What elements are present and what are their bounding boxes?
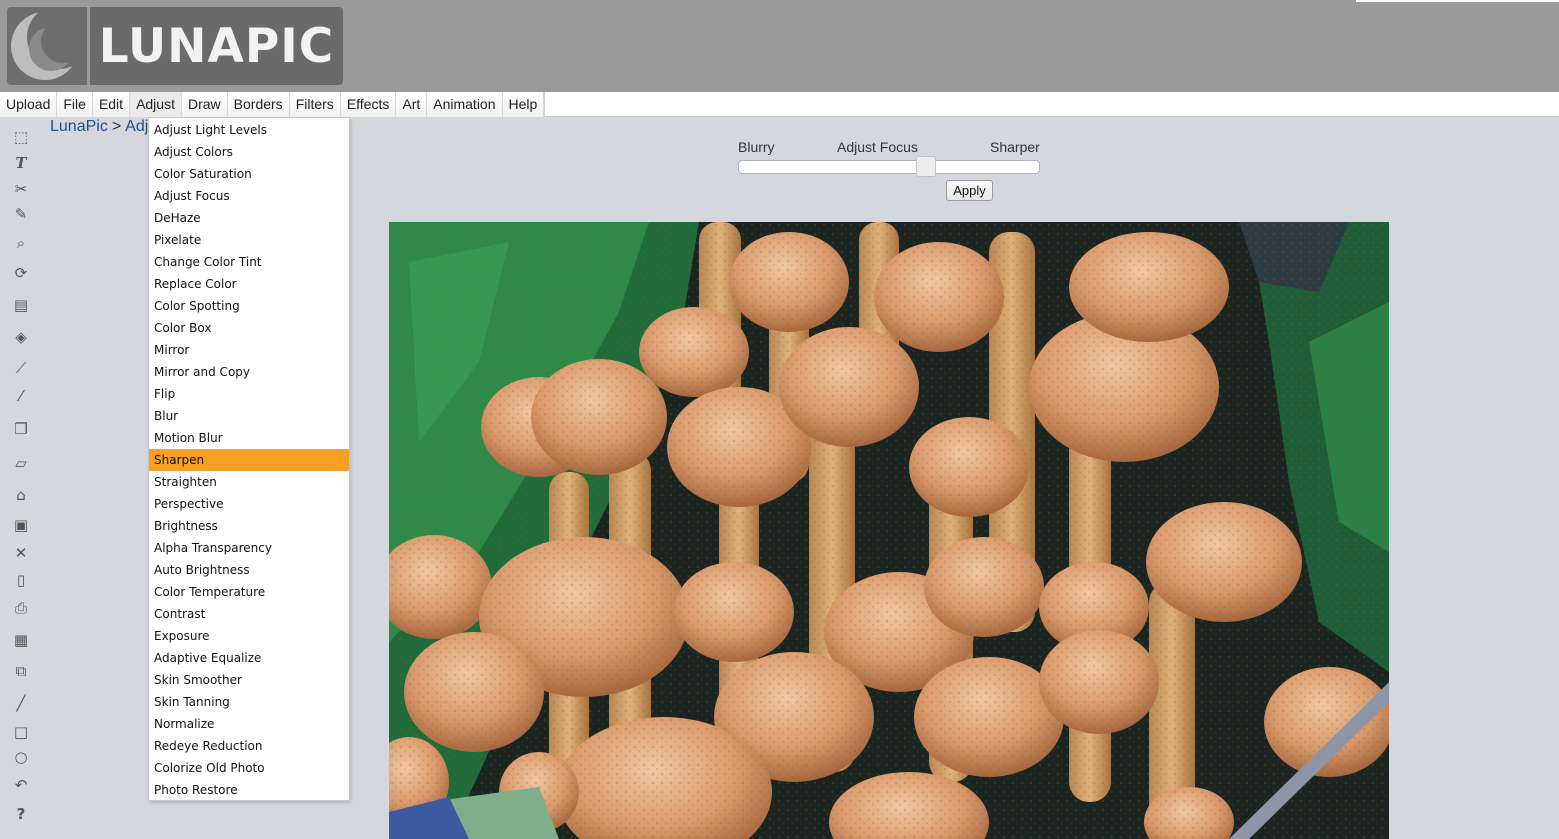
- marquee-select-icon[interactable]: ⬚: [11, 127, 31, 147]
- breadcrumb-home-link[interactable]: LunaPic: [50, 118, 108, 135]
- dropdown-item-normalize[interactable]: Normalize: [149, 713, 349, 735]
- breadcrumb: LunaPic > Adju: [50, 118, 157, 136]
- menubar: Upload File Edit Adjust Draw Borders Filters Ef…: [0, 92, 1559, 117]
- tool-palette: ⬚ T ✂ ✎ ⌕ ⟳ ▤ ◈ ⟋ ⁄ ❐ ▱ ⌂ ▣ ✕ ▯ ⎙ ▦ ⧉ ╱ □ ○ ↶?: [0, 120, 42, 839]
- canvas-icon[interactable]: ▤: [11, 295, 31, 315]
- dropdown-item-contrast[interactable]: Contrast: [149, 603, 349, 625]
- dropdown-item-color-spotting[interactable]: Color Spotting: [149, 295, 349, 317]
- menu-help[interactable]: Help: [503, 92, 545, 117]
- dropdown-item-photo-restore[interactable]: Photo Restore: [149, 779, 349, 801]
- scissors-icon[interactable]: ✂: [11, 179, 31, 199]
- line-icon[interactable]: ╱: [11, 693, 31, 713]
- dropdown-item-mirror-and-copy[interactable]: Mirror and Copy: [149, 361, 349, 383]
- menu-file[interactable]: File: [57, 92, 93, 117]
- menu-edit[interactable]: Edit: [93, 92, 131, 117]
- menu-art[interactable]: Art: [396, 92, 428, 117]
- dropdown-item-adjust-focus[interactable]: Adjust Focus: [149, 185, 349, 207]
- dropdown-item-replace-color[interactable]: Replace Color: [149, 273, 349, 295]
- menu-draw[interactable]: Draw: [182, 92, 228, 117]
- paint-bucket-icon[interactable]: ◈: [11, 327, 31, 347]
- dropdown-item-color-saturation[interactable]: Color Saturation: [149, 163, 349, 185]
- sharper-label: Sharper: [990, 139, 1040, 155]
- dropdown-item-adaptive-equalize[interactable]: Adaptive Equalize: [149, 647, 349, 669]
- header-strip: [1356, 0, 1559, 2]
- app-header: LUNAPIC: [0, 0, 1559, 92]
- menu-adjust[interactable]: Adjust: [130, 92, 182, 117]
- menu-upload[interactable]: Upload: [0, 92, 58, 117]
- dropdown-item-adjust-light-levels[interactable]: Adjust Light Levels: [149, 119, 349, 141]
- print-icon[interactable]: ⎙: [11, 598, 31, 618]
- rectangle-icon[interactable]: □: [11, 722, 31, 742]
- focus-slider-track[interactable]: [738, 160, 1040, 174]
- adjust-dropdown-menu: Adjust Light Levels Adjust Colors Color Sa…: [148, 117, 350, 801]
- dropdown-item-flip[interactable]: Flip: [149, 383, 349, 405]
- layers-icon[interactable]: ❐: [11, 419, 31, 439]
- menu-animation[interactable]: Animation: [427, 92, 503, 117]
- adjust-focus-label: Adjust Focus: [837, 139, 918, 155]
- breadcrumb-separator: >: [111, 118, 122, 135]
- circle-icon[interactable]: ○: [11, 747, 31, 767]
- dropdown-item-exposure[interactable]: Exposure: [149, 625, 349, 647]
- dropdown-item-motion-blur[interactable]: Motion Blur: [149, 427, 349, 449]
- menu-borders[interactable]: Borders: [228, 92, 290, 117]
- logo-wordmark: LUNAPIC: [90, 7, 343, 85]
- eraser-icon[interactable]: ▱: [11, 453, 31, 473]
- text-icon[interactable]: T: [11, 153, 31, 173]
- dropdown-item-dehaze[interactable]: DeHaze: [149, 207, 349, 229]
- rotate-icon[interactable]: ⟳: [11, 263, 31, 283]
- close-icon[interactable]: ✕: [11, 543, 31, 563]
- menubar-items: Upload File Edit Adjust Draw Borders Filters Ef…: [0, 92, 546, 117]
- dropdown-item-brightness[interactable]: Brightness: [149, 515, 349, 537]
- dropdown-item-straighten[interactable]: Straighten: [149, 471, 349, 493]
- dropdown-item-skin-tanning[interactable]: Skin Tanning: [149, 691, 349, 713]
- mushroom-photo: [389, 222, 1389, 839]
- dropdown-item-color-temperature[interactable]: Color Temperature: [149, 581, 349, 603]
- save-icon[interactable]: ▣: [11, 515, 31, 535]
- menu-filters[interactable]: Filters: [290, 92, 341, 117]
- dropdown-item-sharpen[interactable]: Sharpen: [149, 449, 349, 471]
- copy-icon[interactable]: ⧉: [11, 661, 31, 681]
- eyedropper-icon[interactable]: ⟋: [11, 358, 31, 378]
- apply-button[interactable]: Apply: [946, 180, 993, 201]
- paste-icon[interactable]: ▦: [11, 630, 31, 650]
- dropdown-item-auto-brightness[interactable]: Auto Brightness: [149, 559, 349, 581]
- focus-slider-thumb[interactable]: [915, 156, 936, 177]
- blurry-label: Blurry: [738, 139, 775, 155]
- dropdown-item-change-color-tint[interactable]: Change Color Tint: [149, 251, 349, 273]
- dropdown-item-mirror[interactable]: Mirror: [149, 339, 349, 361]
- menu-effects[interactable]: Effects: [341, 92, 397, 117]
- dropdown-item-blur[interactable]: Blur: [149, 405, 349, 427]
- dropdown-item-perspective[interactable]: Perspective: [149, 493, 349, 515]
- dropdown-item-redeye-reduction[interactable]: Redeye Reduction: [149, 735, 349, 757]
- dropdown-item-color-box[interactable]: Color Box: [149, 317, 349, 339]
- magnifier-icon[interactable]: ⌕: [11, 233, 31, 253]
- dropdown-item-alpha-transparency[interactable]: Alpha Transparency: [149, 537, 349, 559]
- pencil-icon[interactable]: ✎: [11, 204, 31, 224]
- dropdown-item-skin-smoother[interactable]: Skin Smoother: [149, 669, 349, 691]
- moon-logo-icon: [7, 7, 87, 85]
- dropdown-item-adjust-colors[interactable]: Adjust Colors: [149, 141, 349, 163]
- help-icon[interactable]: ?: [11, 804, 31, 824]
- brush-icon[interactable]: ⁄: [11, 386, 31, 406]
- dropdown-item-colorize-old-photo[interactable]: Colorize Old Photo: [149, 757, 349, 779]
- lunapic-logo[interactable]: LUNAPIC: [7, 7, 343, 85]
- photo-canvas[interactable]: [389, 222, 1389, 839]
- dropdown-item-pixelate[interactable]: Pixelate: [149, 229, 349, 251]
- open-folder-icon[interactable]: ⌂: [11, 485, 31, 505]
- undo-icon[interactable]: ↶: [11, 775, 31, 795]
- new-page-icon[interactable]: ▯: [11, 570, 31, 590]
